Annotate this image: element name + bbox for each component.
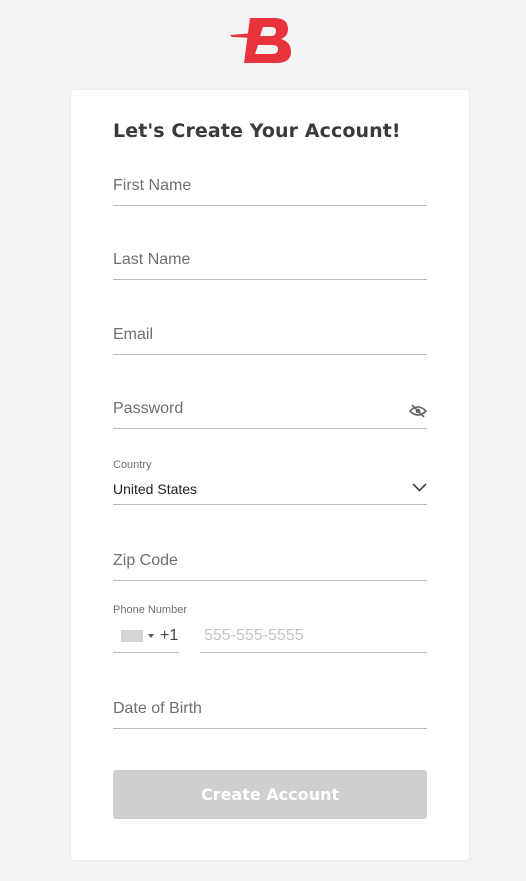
email-placeholder: Email (113, 326, 154, 343)
country-label: Country (113, 459, 152, 471)
chevron-down-icon (412, 483, 427, 492)
phone-number-field[interactable]: 555-555-5555 (200, 620, 427, 653)
phone-placeholder: 555-555-5555 (204, 627, 304, 644)
form-title: Let's Create Your Account! (113, 120, 401, 142)
zip-code-field[interactable]: Zip Code (113, 545, 427, 581)
first-name-placeholder: First Name (113, 177, 192, 194)
email-field[interactable]: Email (113, 319, 427, 355)
country-select[interactable]: United States (113, 474, 427, 505)
eye-off-icon[interactable] (409, 404, 427, 418)
first-name-field[interactable]: First Name (113, 170, 427, 206)
zip-code-placeholder: Zip Code (113, 552, 178, 569)
date-of-birth-placeholder: Date of Birth (113, 700, 202, 717)
caret-down-icon (148, 634, 154, 638)
last-name-field[interactable]: Last Name (113, 244, 427, 280)
flag-icon (121, 630, 143, 642)
brand-logo (230, 18, 291, 63)
dial-code: +1 (160, 627, 179, 644)
password-field[interactable]: Password (113, 393, 427, 429)
password-placeholder: Password (113, 400, 184, 417)
last-name-placeholder: Last Name (113, 251, 191, 268)
country-value: United States (113, 481, 198, 497)
phone-number-label: Phone Number (113, 604, 187, 616)
logo-b-letter (244, 18, 291, 63)
create-account-button[interactable]: Create Account (113, 770, 427, 819)
date-of-birth-field[interactable]: Date of Birth (113, 693, 427, 729)
country-code-picker[interactable]: +1 (113, 620, 179, 653)
signup-card: Let's Create Your Account! First Name La… (71, 90, 469, 860)
